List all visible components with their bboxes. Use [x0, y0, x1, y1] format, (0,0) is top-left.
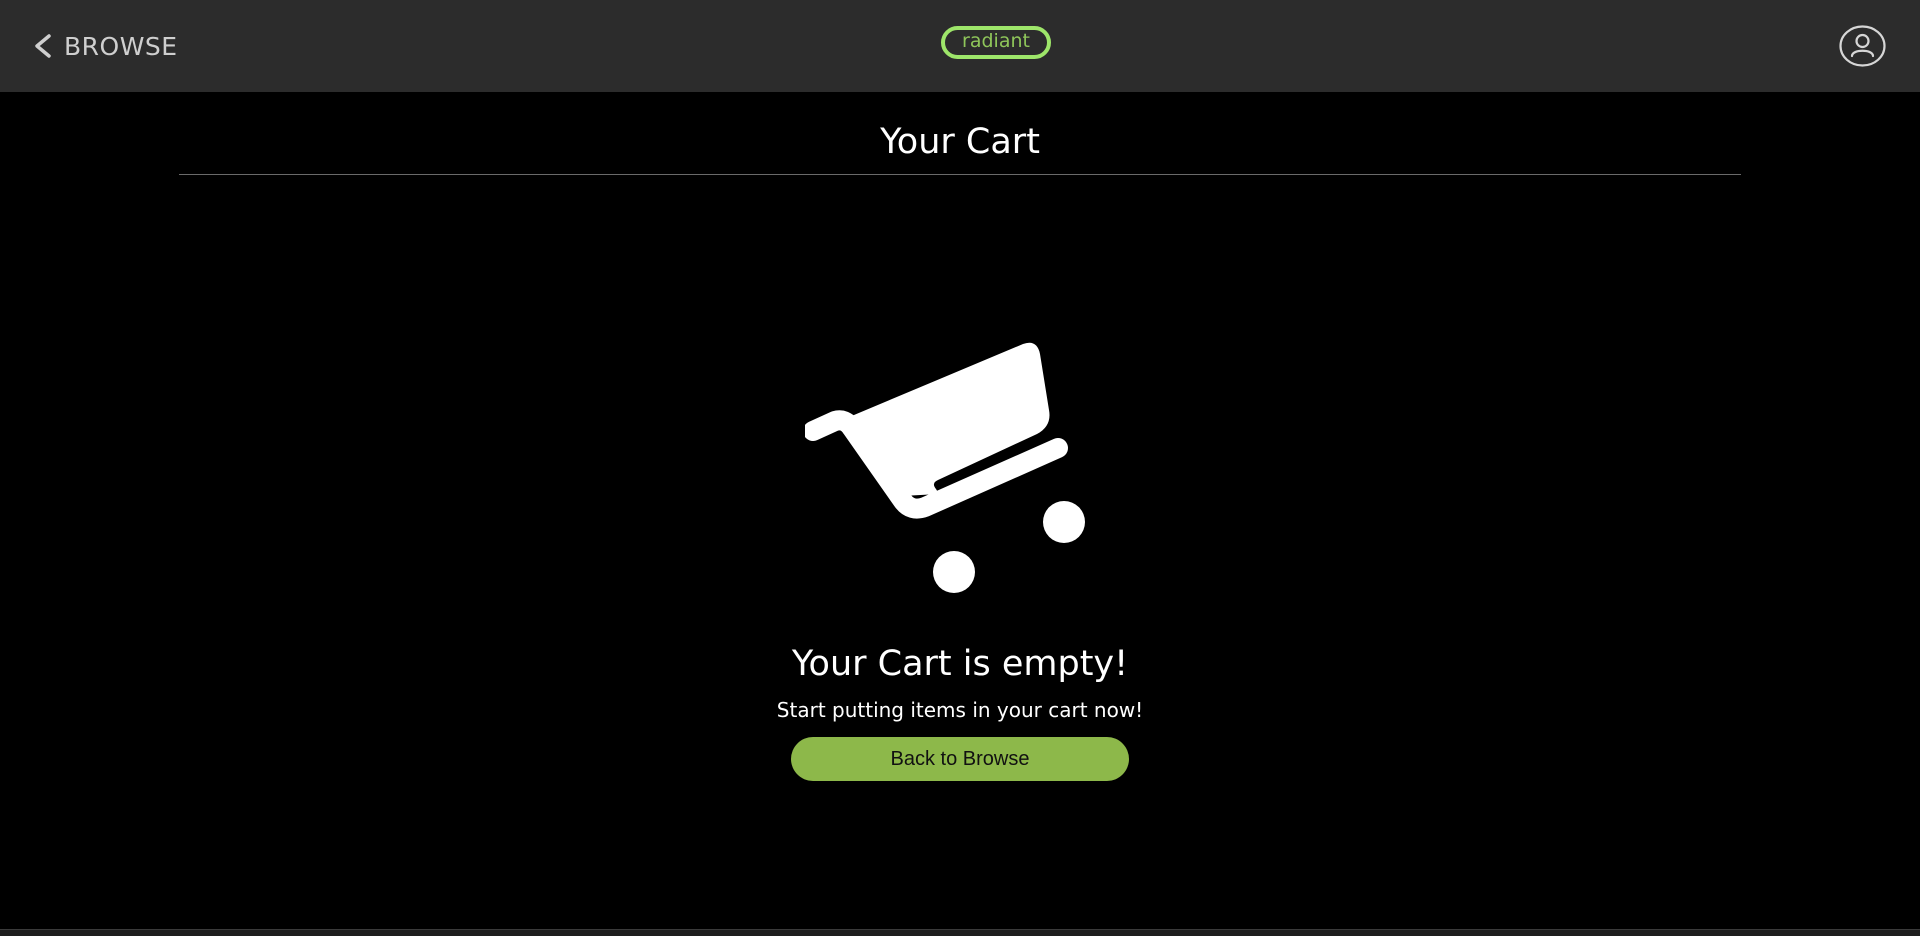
shopping-cart-icon: [803, 340, 1090, 595]
user-profile-button[interactable]: [1839, 25, 1886, 67]
back-to-browse-button[interactable]: Back to Browse: [791, 737, 1129, 781]
title-divider: [179, 174, 1741, 175]
user-icon: [1839, 25, 1886, 67]
back-link-label: BROWSE: [64, 31, 178, 61]
chevron-left-icon: [32, 33, 54, 59]
bottom-edge: [0, 929, 1920, 936]
radiant-logo[interactable]: radiant: [941, 26, 1051, 59]
logo-text: radiant: [962, 30, 1030, 52]
empty-cart-heading: Your Cart is empty!: [791, 644, 1129, 684]
empty-cart-message: Start putting items in your cart now!: [776, 698, 1144, 722]
back-to-browse-link[interactable]: BROWSE: [32, 28, 178, 64]
top-navigation-bar: BROWSE radiant: [0, 0, 1920, 92]
page-title: Your Cart: [880, 122, 1040, 162]
